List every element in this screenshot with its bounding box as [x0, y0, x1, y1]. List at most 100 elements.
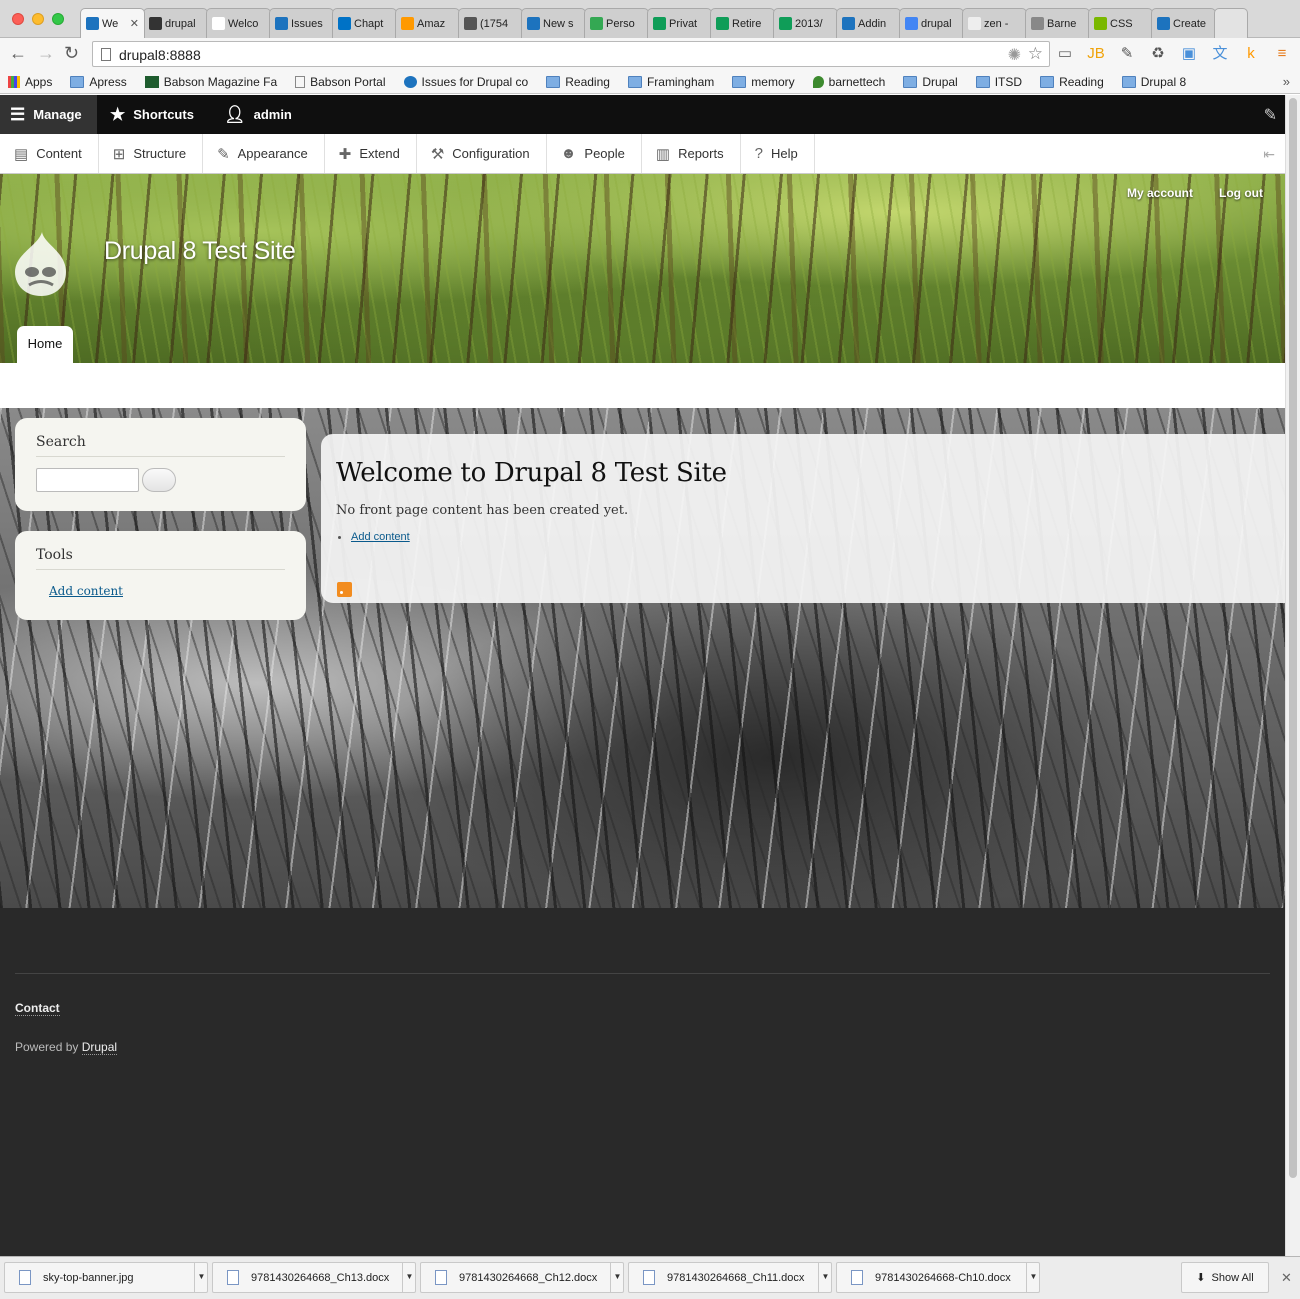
browser-tab[interactable]: CSS [1088, 8, 1153, 38]
contact-link[interactable]: Contact [15, 1001, 60, 1016]
my-account-link[interactable]: My account [1127, 186, 1193, 200]
tab-title: Addin [858, 17, 887, 30]
address-bar[interactable]: drupal8:8888 ✺ ☆ [92, 41, 1050, 67]
tools-add-content-link[interactable]: Add content [49, 584, 123, 598]
search-input[interactable] [36, 468, 139, 492]
vertical-scrollbar[interactable] [1285, 95, 1300, 1256]
browser-tab[interactable]: Barne [1025, 8, 1090, 38]
edit-pencil-icon[interactable]: ✎ [1264, 105, 1277, 125]
download-filename: 9781430264668_Ch12.docx [459, 1271, 598, 1284]
browser-tab[interactable]: New s [521, 8, 586, 38]
browser-tab[interactable]: (1754 [458, 8, 523, 38]
rss-feed-icon[interactable] [337, 582, 352, 597]
bookmarks-overflow-icon[interactable]: » [1283, 74, 1290, 89]
scrollbar-thumb[interactable] [1289, 98, 1297, 1178]
browser-tab[interactable]: Addin [836, 8, 901, 38]
download-item[interactable]: 9781430264668_Ch13.docx ▼ [212, 1262, 416, 1293]
browser-tab[interactable]: drupal [899, 8, 964, 38]
bookmark-item[interactable]: Framingham [627, 75, 714, 89]
download-menu-chevron-icon[interactable]: ▼ [610, 1262, 624, 1293]
close-shelf-icon[interactable]: ✕ [1281, 1270, 1292, 1286]
browser-tab[interactable]: Retire [710, 8, 775, 38]
download-menu-chevron-icon[interactable]: ▼ [194, 1262, 208, 1293]
browser-tab[interactable]: zen - [962, 8, 1027, 38]
bookmark-item[interactable]: Reading [546, 75, 610, 89]
tray-item-help[interactable]: ? Help [741, 134, 815, 173]
tab-close-icon[interactable]: ✕ [130, 17, 139, 30]
bookmark-item[interactable]: barnettech [812, 75, 885, 89]
bookmark-item[interactable]: Reading [1040, 75, 1104, 89]
bookmark-item[interactable]: Apps [8, 75, 52, 89]
browser-tab[interactable]: 2013/ [773, 8, 838, 38]
k-icon[interactable]: k [1241, 44, 1261, 64]
minimize-window-button[interactable] [32, 13, 44, 25]
browser-tab[interactable]: Welco [206, 8, 271, 38]
user-button[interactable]: 👤︎ admin [214, 95, 292, 134]
home-tab[interactable]: Home [17, 326, 73, 363]
reload-icon[interactable]: ↻ [64, 43, 79, 63]
bookmark-item[interactable]: Babson Portal [295, 75, 386, 89]
tray-item-structure[interactable]: ⊞ Structure [99, 134, 204, 173]
drupal-link[interactable]: Drupal [81, 1040, 118, 1055]
close-window-button[interactable] [12, 13, 24, 25]
forward-icon[interactable]: → [37, 43, 55, 63]
tray-item-appearance[interactable]: ✎ Appearance [203, 134, 325, 173]
tray-item-configuration[interactable]: ⚒ Configuration [417, 134, 547, 173]
bookmark-item[interactable]: Issues for Drupal co [403, 75, 528, 89]
drupal-logo-icon[interactable] [12, 230, 70, 298]
shortcuts-button[interactable]: ★ Shortcuts [100, 95, 194, 134]
settings-gear-icon[interactable]: ✺ [1008, 45, 1021, 65]
bookmark-item[interactable]: memory [732, 75, 795, 89]
browser-tab[interactable]: Create [1151, 8, 1216, 38]
tray-item-reports[interactable]: ▥ Reports [642, 134, 741, 173]
window-icon[interactable]: ▣ [1179, 44, 1199, 64]
download-item[interactable]: sky-top-banner.jpg ▼ [4, 1262, 208, 1293]
bookmark-item[interactable]: Apress [70, 75, 127, 89]
tray-item-content[interactable]: ▤ Content [0, 134, 99, 173]
tab-title: Welco [228, 17, 259, 30]
browser-tab[interactable]: Perso [584, 8, 649, 38]
tab-title: (1754 [480, 17, 509, 30]
cast-icon[interactable]: ▭ [1055, 44, 1075, 64]
jetbrains-icon[interactable]: JB [1086, 44, 1106, 64]
show-all-downloads-button[interactable]: ⬇ Show All [1181, 1262, 1269, 1293]
download-menu-chevron-icon[interactable]: ▼ [1026, 1262, 1040, 1293]
bookmark-star-icon[interactable]: ☆ [1028, 44, 1043, 64]
translate-icon[interactable]: 文 [1210, 44, 1230, 64]
download-item[interactable]: 9781430264668_Ch11.docx ▼ [628, 1262, 832, 1293]
browser-tab[interactable]: Issues [269, 8, 334, 38]
search-button[interactable] [142, 468, 176, 492]
download-item[interactable]: 9781430264668-Ch10.docx ▼ [836, 1262, 1040, 1293]
bookmark-item[interactable]: Babson Magazine Fa [144, 75, 277, 89]
address-url[interactable]: drupal8:8888 [119, 47, 201, 63]
download-menu-chevron-icon[interactable]: ▼ [402, 1262, 416, 1293]
tab-title: Issues [291, 17, 323, 30]
tray-item-people[interactable]: ☻ People [547, 134, 642, 173]
tray-item-label: Appearance [237, 146, 308, 161]
browser-tab[interactable]: Privat [647, 8, 712, 38]
back-icon[interactable]: ← [9, 43, 27, 63]
bookmark-item[interactable]: Drupal 8 [1121, 75, 1186, 89]
site-name[interactable]: Drupal 8 Test Site [104, 237, 296, 266]
browser-tab[interactable]: We ✕ [80, 8, 145, 38]
log-out-link[interactable]: Log out [1219, 186, 1263, 200]
tray-item-label: Reports [678, 146, 724, 161]
zoom-window-button[interactable] [52, 13, 64, 25]
menu-icon[interactable]: ≡ [1272, 44, 1292, 64]
download-filename: 9781430264668_Ch11.docx [667, 1271, 805, 1284]
tray-item-extend[interactable]: ✚ Extend [325, 134, 417, 173]
bookmark-item[interactable]: ITSD [975, 75, 1022, 89]
download-menu-chevron-icon[interactable]: ▼ [818, 1262, 832, 1293]
new-tab-button[interactable] [1214, 8, 1248, 38]
content-panel: Welcome to Drupal 8 Test Site No front p… [321, 434, 1285, 603]
add-content-link[interactable]: Add content [351, 531, 410, 543]
bookmark-item[interactable]: Drupal [903, 75, 958, 89]
browser-tab[interactable]: Chapt [332, 8, 397, 38]
recycle-icon[interactable]: ♻ [1148, 44, 1168, 64]
browser-tab[interactable]: drupal [143, 8, 208, 38]
download-item[interactable]: 9781430264668_Ch12.docx ▼ [420, 1262, 624, 1293]
eyedropper-icon[interactable]: ✎ [1117, 44, 1137, 64]
browser-tab[interactable]: Amaz [395, 8, 460, 38]
manage-button[interactable]: ☰ Manage [0, 95, 97, 134]
collapse-tray-icon[interactable]: ⇤ [1263, 146, 1275, 163]
